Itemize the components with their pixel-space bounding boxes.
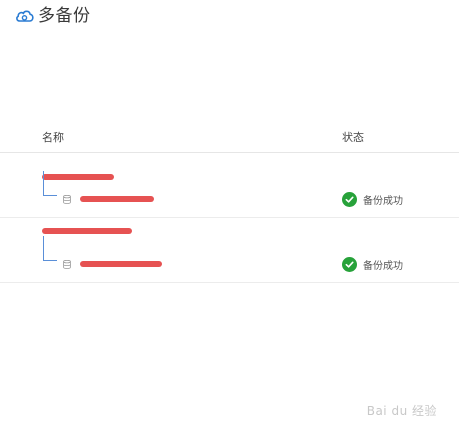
status-text: 备份成功 — [363, 196, 403, 207]
table-row[interactable]: 备份成功 — [0, 171, 459, 218]
watermark: Bai du 经验 — [366, 404, 437, 418]
tree-connector — [43, 236, 57, 261]
group-header[interactable] — [0, 153, 459, 183]
column-header-status: 状态 — [342, 131, 364, 144]
database-icon — [63, 260, 71, 269]
status-cell: 备份成功 — [342, 257, 403, 272]
table-row[interactable]: 备份成功 — [0, 236, 459, 283]
backup-table: 名称 状态 备份成功 备份成功 — [0, 118, 459, 283]
status-cell: 备份成功 — [342, 192, 403, 207]
page: 多备份 名称 状态 备份成功 备份成功 Bai du 经验 — [0, 0, 459, 431]
column-header-name: 名称 — [42, 131, 64, 144]
app-logo[interactable]: 多备份 — [15, 6, 91, 26]
cloud-logo-icon — [16, 10, 34, 22]
status-text: 备份成功 — [363, 261, 403, 272]
database-icon — [63, 195, 71, 204]
redacted-group-name — [42, 228, 132, 234]
group-header[interactable] — [0, 218, 459, 248]
logo-text: 多备份 — [38, 6, 91, 26]
check-circle-icon — [342, 192, 357, 207]
redacted-item-name — [80, 261, 162, 267]
check-circle-icon — [342, 257, 357, 272]
tree-connector — [43, 171, 57, 196]
redacted-item-name — [80, 196, 154, 202]
table-header: 名称 状态 — [0, 118, 459, 153]
